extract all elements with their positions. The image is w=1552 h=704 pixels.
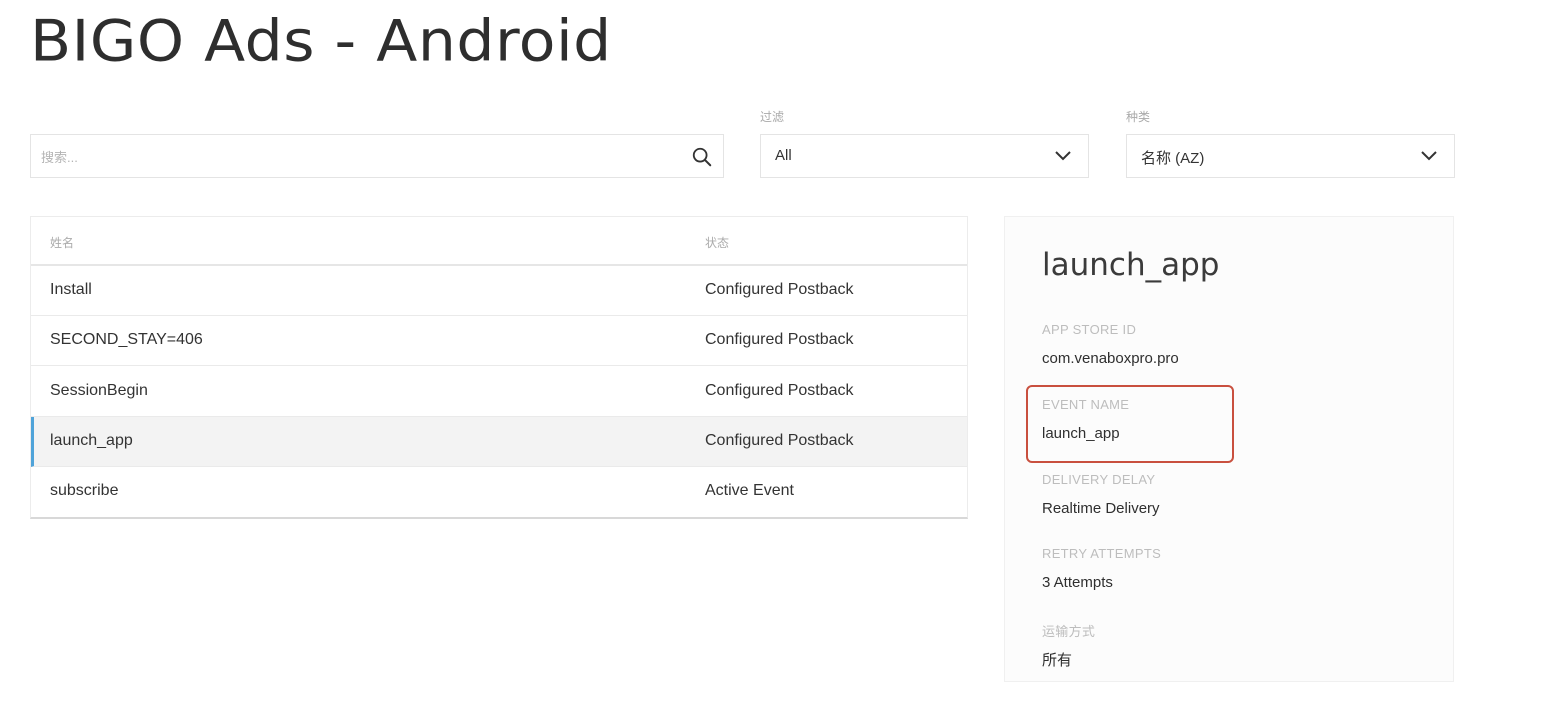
table-header: 姓名 状态 (31, 217, 967, 266)
event-status-cell: Configured Postback (705, 382, 854, 399)
event-status-cell: Configured Postback (705, 281, 854, 298)
chevron-down-icon (1421, 151, 1437, 161)
event-status-cell: Active Event (705, 482, 794, 499)
app-store-id-value: com.venaboxpro.pro (1042, 350, 1179, 367)
retry-attempts-value: 3 Attempts (1042, 574, 1113, 591)
filter-select-value: All (775, 147, 792, 164)
event-name-cell: Install (50, 281, 92, 298)
table-row-selected[interactable]: launch_app Configured Postback (31, 417, 967, 467)
event-name-cell: launch_app (50, 432, 133, 449)
page: BIGO Ads - Android 过滤 All 种类 名称 (AZ) 姓名 … (0, 0, 1552, 704)
event-name-cell: SessionBegin (50, 382, 148, 399)
delivery-delay-label: DELIVERY DELAY (1042, 472, 1156, 487)
detail-title: launch_app (1042, 247, 1220, 283)
table-row[interactable]: Install Configured Postback (31, 266, 967, 316)
event-name-cell: subscribe (50, 482, 119, 499)
sort-select[interactable]: 名称 (AZ) (1126, 134, 1455, 178)
sort-label: 种类 (1126, 110, 1151, 124)
retry-attempts-label: RETRY ATTEMPTS (1042, 546, 1162, 561)
sort-select-value: 名称 (AZ) (1141, 150, 1205, 167)
transport-label: 运输方式 (1042, 624, 1096, 639)
column-header-name[interactable]: 姓名 (50, 234, 74, 251)
event-status-cell: Configured Postback (705, 432, 854, 449)
filter-select[interactable]: All (760, 134, 1089, 178)
page-title: BIGO Ads - Android (30, 8, 612, 75)
search-icon[interactable] (691, 146, 713, 168)
transport-value: 所有 (1042, 652, 1073, 669)
events-table: 姓名 状态 Install Configured Postback SECOND… (30, 216, 968, 519)
delivery-delay-value: Realtime Delivery (1042, 500, 1160, 517)
column-header-status[interactable]: 状态 (705, 234, 729, 251)
table-row[interactable]: SECOND_STAY=406 Configured Postback (31, 316, 967, 366)
event-name-cell: SECOND_STAY=406 (50, 331, 203, 348)
filter-label: 过滤 (760, 110, 785, 124)
table-row[interactable]: SessionBegin Configured Postback (31, 367, 967, 417)
event-status-cell: Configured Postback (705, 331, 854, 348)
chevron-down-icon (1055, 151, 1071, 161)
event-name-highlight-box (1026, 385, 1234, 463)
search-box[interactable] (30, 134, 724, 179)
table-row[interactable]: subscribe Active Event (31, 467, 967, 517)
search-input[interactable] (39, 135, 683, 179)
app-store-id-label: APP STORE ID (1042, 322, 1137, 337)
